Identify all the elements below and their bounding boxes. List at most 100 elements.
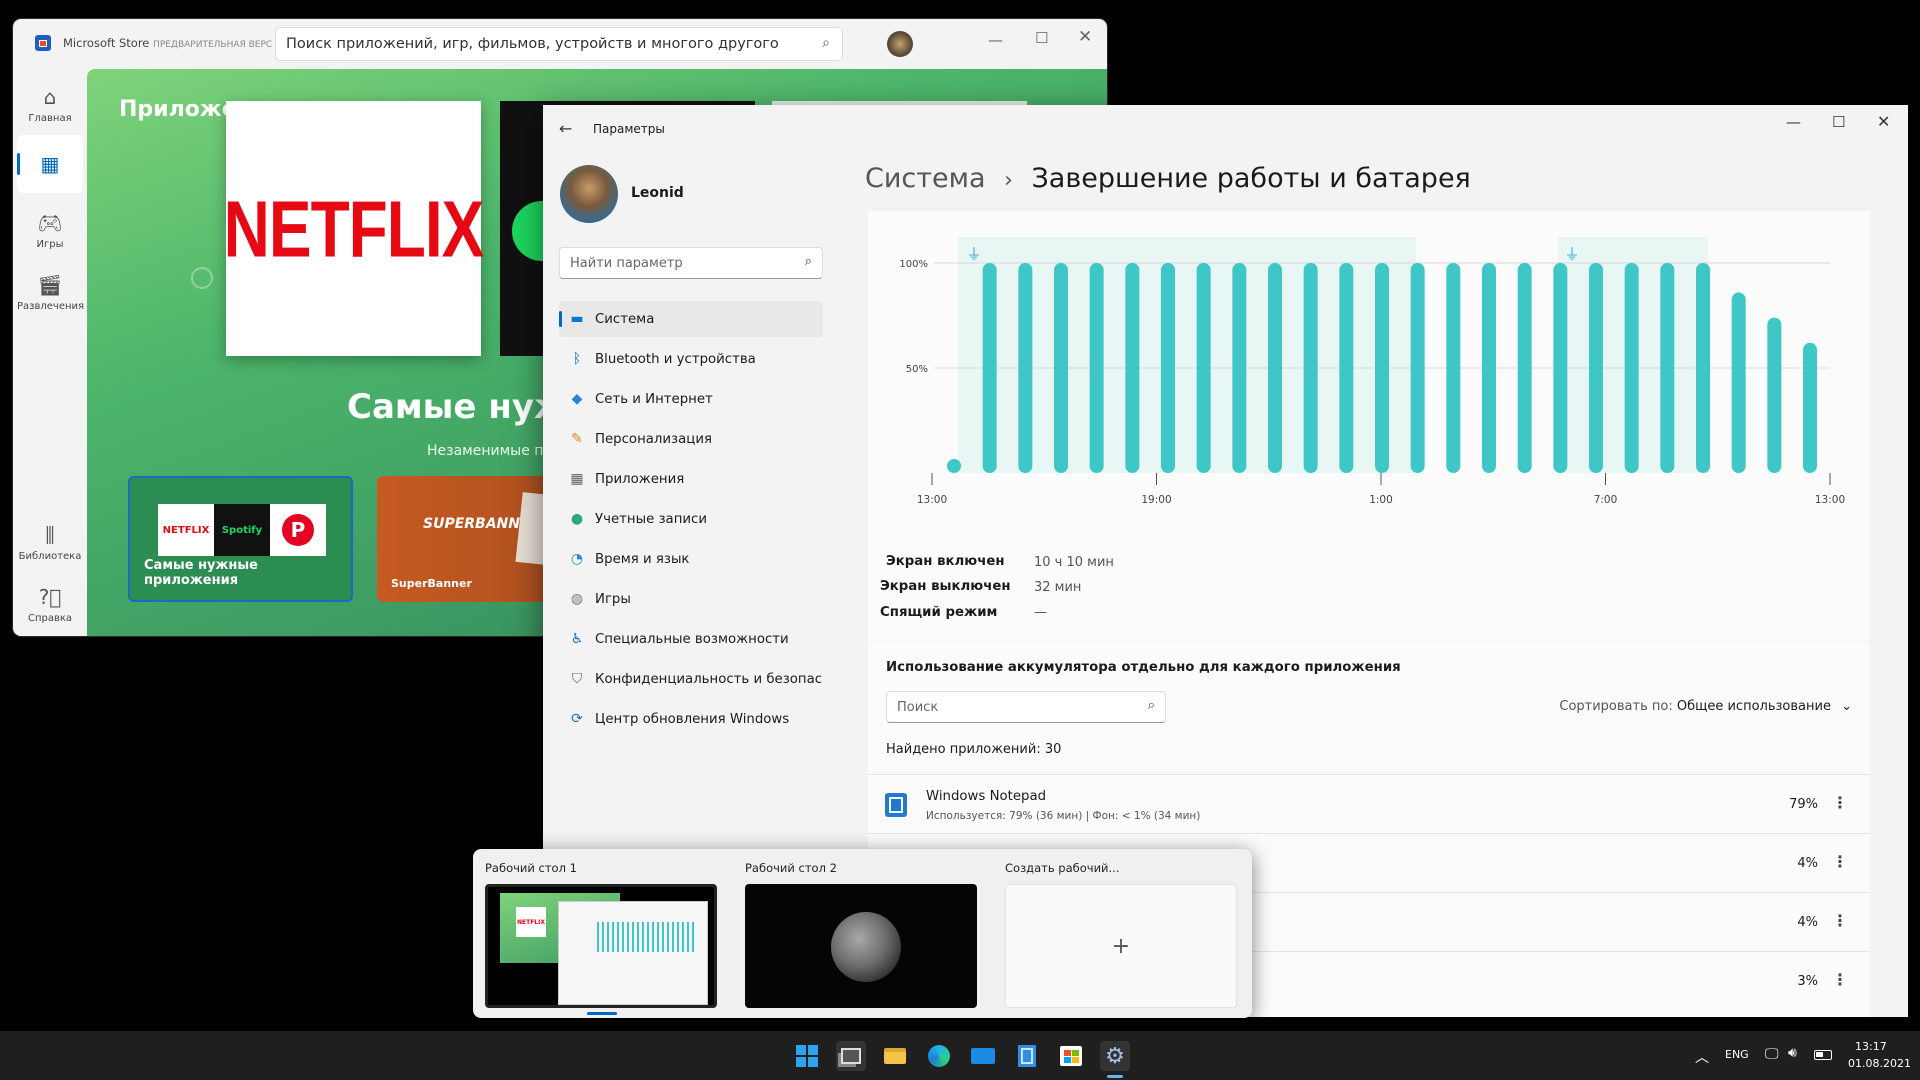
mail-button[interactable] <box>968 1041 998 1071</box>
tile-top-apps[interactable]: NETFLIX Spotify P Самые нужные приложени… <box>128 476 353 602</box>
network-icon[interactable]: 🖵︎ <box>1765 1046 1779 1062</box>
edge-icon <box>928 1045 950 1067</box>
user-name: Leonid <box>631 185 684 201</box>
task-view-button[interactable] <box>836 1041 866 1071</box>
pinterest-logo: P <box>270 504 326 556</box>
battery-bar <box>1803 342 1817 473</box>
wifi-icon: ◆ <box>571 391 583 407</box>
x-tick-label: 13:00 <box>1815 494 1845 506</box>
maximize-icon[interactable]: ☐ <box>1035 29 1048 47</box>
movie-icon: 🎬︎ <box>37 273 63 297</box>
nav-accounts[interactable]: ● Учетные записи <box>559 501 823 537</box>
new-desktop-button[interactable]: + <box>1005 884 1237 1008</box>
minimize-icon[interactable]: — <box>1786 113 1801 131</box>
battery-icon[interactable] <box>1814 1050 1832 1060</box>
more-options-icon[interactable]: ⋮ <box>1832 911 1848 930</box>
store-bag-icon <box>1060 1046 1082 1066</box>
minimize-icon[interactable]: — <box>988 31 1003 49</box>
rail-home[interactable]: ⌂ Главная <box>17 77 83 135</box>
search-icon: ⌕ <box>804 254 812 269</box>
help-icon: ?⃝ <box>38 585 62 609</box>
store-logo-icon <box>35 35 51 51</box>
nav-bluetooth[interactable]: ᛒ Bluetooth и устройства <box>559 341 823 377</box>
app-percent: 4% <box>1797 915 1818 930</box>
nav-apps[interactable]: ▦ Приложения <box>559 461 823 497</box>
breadcrumb: Система › Завершение работы и батарея <box>865 163 1471 194</box>
volume-icon[interactable]: 🔊︎ <box>1788 1045 1797 1061</box>
sort-dropdown[interactable]: Сортировать по: Общее использование ⌄ <box>1559 699 1852 714</box>
breadcrumb-parent[interactable]: Система <box>865 163 986 194</box>
task-view-desktops: Рабочий стол 1 NETFLIX Рабочий стол 2 Со… <box>473 849 1252 1018</box>
y-tick-label: 100% <box>899 259 928 270</box>
hero-card-netflix[interactable]: NETFLIX <box>224 101 484 356</box>
nav-personalization[interactable]: ✎ Персонализация <box>559 421 823 457</box>
battery-bar <box>1696 263 1710 473</box>
battery-bar <box>1767 317 1782 473</box>
hero-subtitle: Незаменимые п <box>427 443 544 459</box>
usage-search-input[interactable]: Поиск ⌕ <box>886 691 1166 723</box>
nav-network[interactable]: ◆ Сеть и Интернет <box>559 381 823 417</box>
rail-apps[interactable]: ▦ <box>17 135 83 193</box>
usage-heading: Использование аккумулятора отдельно для … <box>886 660 1401 675</box>
file-explorer-button[interactable] <box>880 1041 910 1071</box>
nav-system[interactable]: ▬ Система <box>559 301 823 337</box>
person-icon: ● <box>570 511 584 527</box>
gear-icon: ⚙ <box>1105 1043 1125 1069</box>
battery-bar <box>1589 263 1603 473</box>
battery-bar <box>1482 263 1496 473</box>
desktop-2-thumbnail[interactable] <box>745 884 977 1008</box>
nav-time-language[interactable]: ◔ Время и язык <box>559 541 823 577</box>
mail-icon <box>971 1048 995 1064</box>
app-row[interactable]: Windows Notepad Используется: 79% (36 ми… <box>868 774 1870 832</box>
battery-bar <box>1660 263 1675 473</box>
battery-chart-panel: ⏚ ⏚ 100% 50% 13:00 19:00 1:00 7:00 13:00 Экран в… <box>868 211 1870 641</box>
clock-time[interactable]: 13:17 <box>1855 1040 1887 1053</box>
app-percent: 79% <box>1789 797 1818 812</box>
settings-title: Параметры <box>593 122 665 136</box>
battery-bar <box>1196 263 1211 473</box>
settings-button[interactable]: ⚙ <box>1100 1041 1130 1071</box>
app-percent: 4% <box>1797 856 1818 871</box>
battery-bar <box>1303 263 1318 473</box>
start-button[interactable] <box>792 1041 822 1071</box>
active-desktop-indicator <box>587 1012 617 1015</box>
more-options-icon[interactable]: ⋮ <box>1832 852 1848 871</box>
bluetooth-icon: ᛒ <box>572 351 582 367</box>
store-search-input[interactable]: Поиск приложений, игр, фильмов, устройст… <box>275 27 843 61</box>
nav-gaming[interactable]: ◍ Игры <box>559 581 823 617</box>
notepad-button[interactable] <box>1012 1041 1042 1071</box>
battery-bar <box>1553 263 1568 473</box>
nav-accessibility[interactable]: ♿︎ Специальные возможности <box>559 621 823 657</box>
rail-entertainment[interactable]: 🎬︎ Развлечения <box>17 265 84 323</box>
chevron-up-icon[interactable]: ︿ <box>1695 1047 1709 1067</box>
nav-privacy[interactable]: ⛉ Конфиденциальность и безопас <box>559 661 823 697</box>
battery-bar <box>1375 263 1389 473</box>
found-count: Найдено приложений: 30 <box>886 742 1062 757</box>
rail-library[interactable]: ⫼ Библиотека <box>17 515 83 573</box>
battery-bar <box>1339 263 1354 473</box>
rail-games[interactable]: 🎮︎ Игры <box>17 203 83 261</box>
edge-button[interactable] <box>924 1041 954 1071</box>
more-options-icon[interactable]: ⋮ <box>1832 970 1848 989</box>
battery-bar <box>1268 263 1282 473</box>
close-icon[interactable]: ✕ <box>1078 27 1092 47</box>
user-avatar[interactable] <box>560 165 618 223</box>
more-options-icon[interactable]: ⋮ <box>1832 793 1848 812</box>
tile-label: Самые нужные приложения <box>144 558 258 588</box>
maximize-icon[interactable]: ☐ <box>1832 113 1845 131</box>
thumb-settings-window <box>558 901 708 1005</box>
desktop-label: Рабочий стол 2 <box>745 861 837 875</box>
battery-bar <box>1125 263 1140 473</box>
settings-search-input[interactable]: Найти параметр ⌕ <box>559 247 823 279</box>
avatar[interactable] <box>887 31 913 57</box>
rail-help[interactable]: ?⃝ Справка <box>17 577 83 635</box>
nav-windows-update[interactable]: ⟳ Центр обновления Windows <box>559 701 823 737</box>
store-button[interactable] <box>1056 1041 1086 1071</box>
language-indicator[interactable]: ENG <box>1725 1048 1749 1061</box>
close-icon[interactable]: ✕ <box>1877 112 1890 131</box>
back-arrow-icon[interactable]: ← <box>559 119 572 138</box>
apps-icon: ▦ <box>570 471 584 487</box>
battery-level-chart: ⏚ ⏚ 100% 50% 13:00 19:00 1:00 7:00 13:00 <box>899 237 1845 506</box>
clock-date[interactable]: 01.08.2021 <box>1848 1057 1911 1070</box>
desktop-1-thumbnail[interactable]: NETFLIX <box>485 884 717 1008</box>
